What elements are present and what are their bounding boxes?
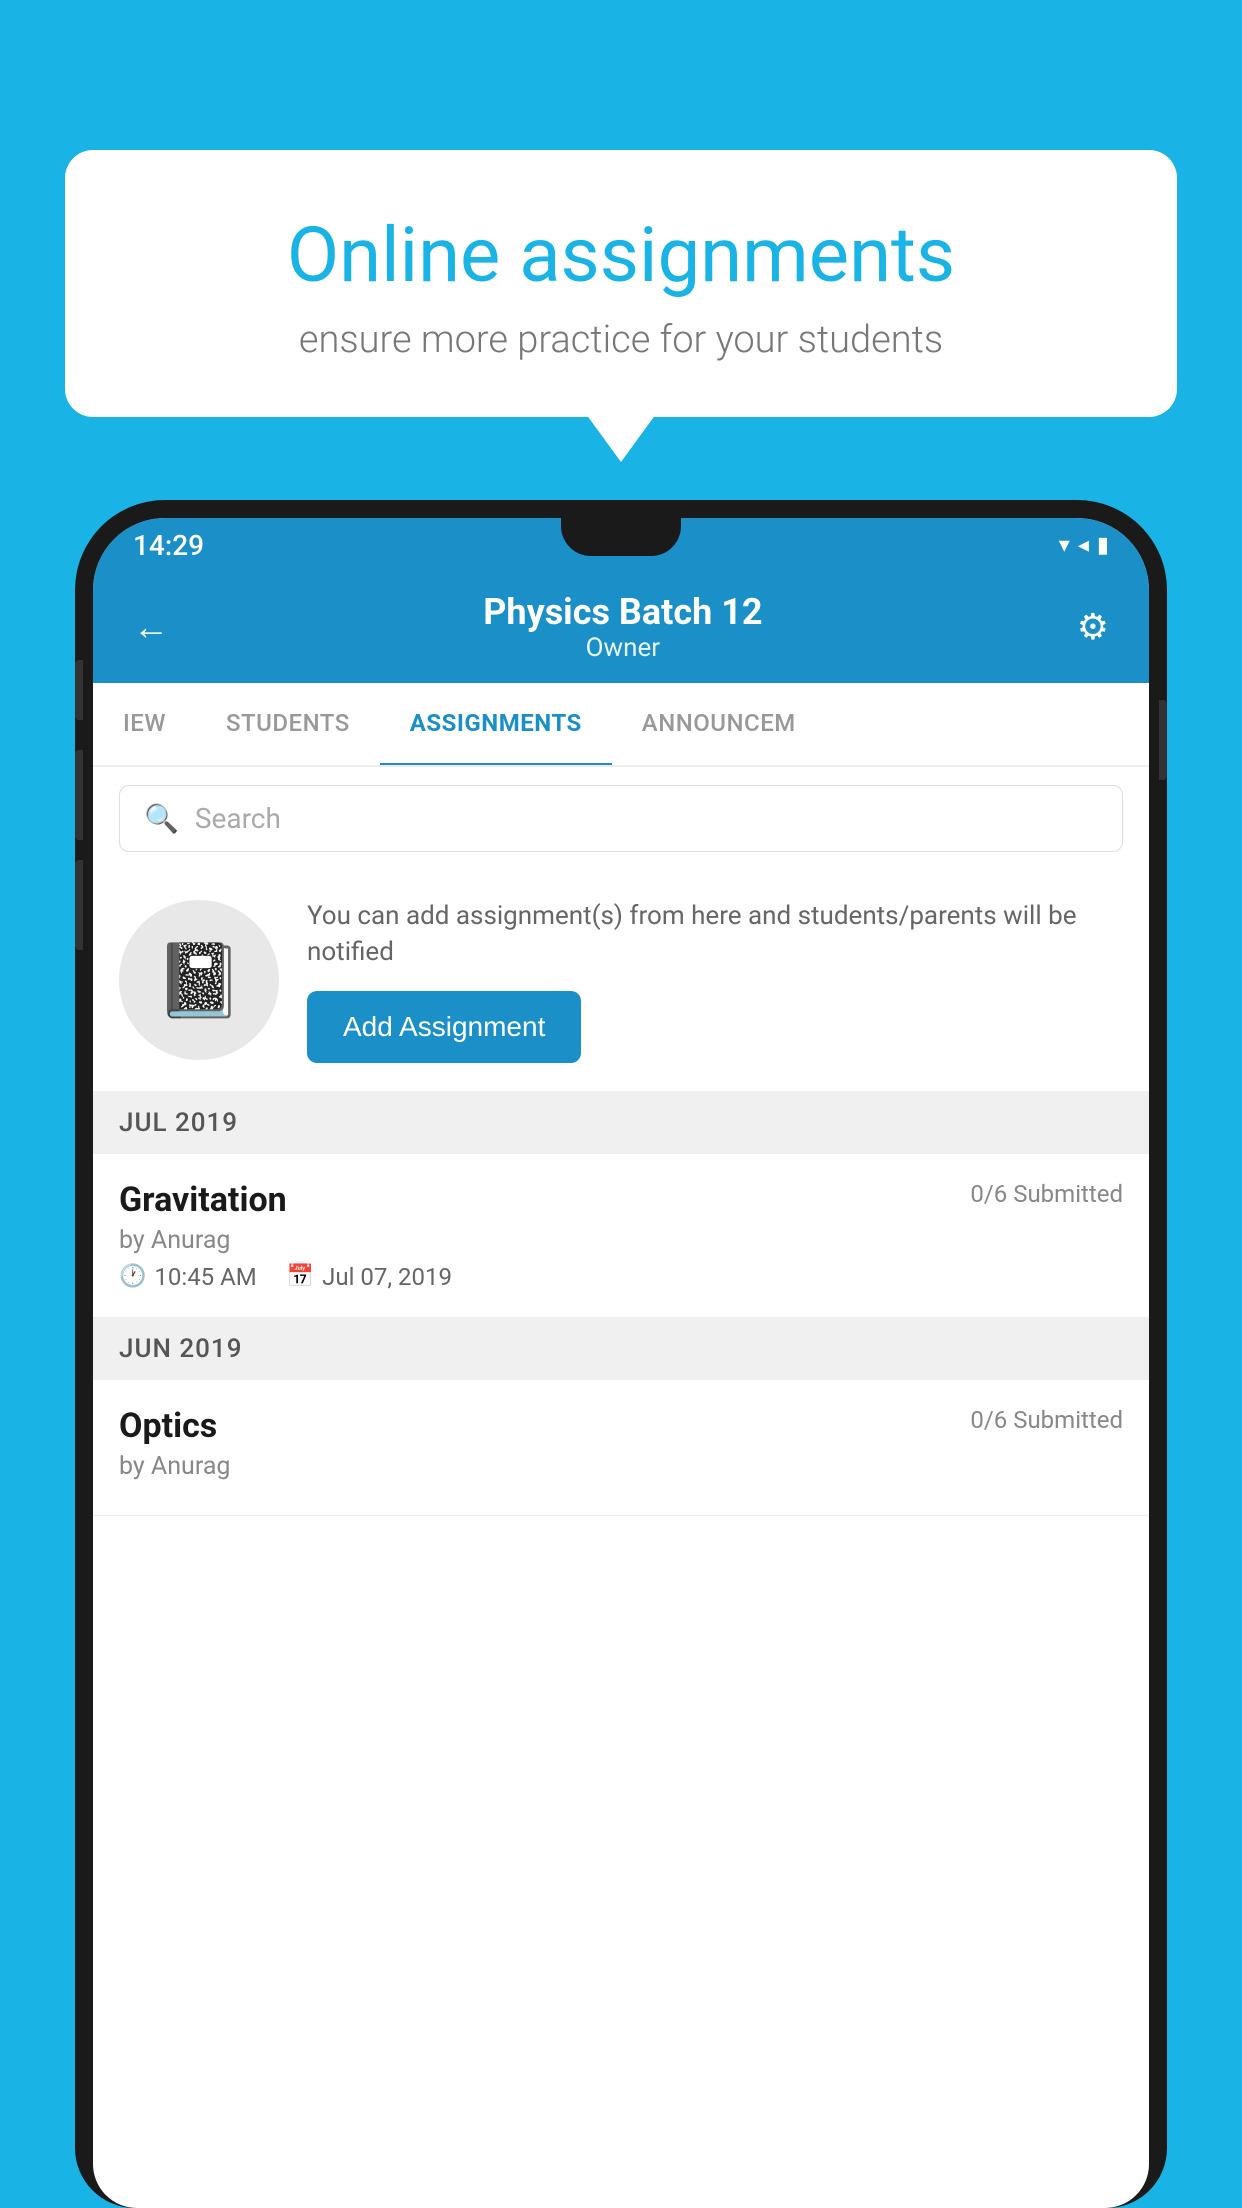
assignment-item-row1: Gravitation 0/6 Submitted xyxy=(119,1180,1123,1220)
search-bar[interactable]: 🔍 Search xyxy=(119,785,1123,852)
date-text-gravitation: Jul 07, 2019 xyxy=(322,1263,452,1291)
assignment-item-gravitation[interactable]: Gravitation 0/6 Submitted by Anurag 🕐 10… xyxy=(93,1154,1149,1318)
back-button[interactable]: ← xyxy=(133,606,169,648)
header-center: Physics Batch 12 Owner xyxy=(483,591,762,663)
status-icons: ▾ ◂ ▮ xyxy=(1059,533,1109,558)
phone-device: 14:29 ▾ ◂ ▮ ← Physics Batch 12 Owner ⚙ I… xyxy=(75,500,1167,2208)
battery-icon: ▮ xyxy=(1097,533,1109,558)
assignment-date-gravitation: 📅 Jul 07, 2019 xyxy=(287,1263,452,1291)
assignment-name-gravitation: Gravitation xyxy=(119,1180,287,1220)
month-header-jun: JUN 2019 xyxy=(93,1318,1149,1380)
settings-icon[interactable]: ⚙ xyxy=(1077,606,1109,648)
time-text-gravitation: 10:45 AM xyxy=(154,1263,256,1291)
tab-overview[interactable]: IEW xyxy=(93,683,196,765)
phone-side-button-right xyxy=(1159,700,1167,780)
calendar-icon: 📅 xyxy=(287,1264,314,1289)
signal-icon: ◂ xyxy=(1078,533,1089,558)
assignment-time-gravitation: 🕐 10:45 AM xyxy=(119,1263,257,1291)
assignment-right: You can add assignment(s) from here and … xyxy=(307,898,1123,1063)
clock-icon: 🕐 xyxy=(119,1264,146,1289)
assignment-submitted-optics: 0/6 Submitted xyxy=(970,1406,1123,1434)
batch-role: Owner xyxy=(483,633,762,663)
tab-students[interactable]: STUDENTS xyxy=(196,683,380,765)
app-header: ← Physics Batch 12 Owner ⚙ xyxy=(93,573,1149,683)
assignment-by-optics: by Anurag xyxy=(119,1452,1123,1481)
speech-title: Online assignments xyxy=(135,210,1107,300)
assignment-icon-circle: 📓 xyxy=(119,900,279,1060)
assignment-item-optics[interactable]: Optics 0/6 Submitted by Anurag xyxy=(93,1380,1149,1516)
batch-title: Physics Batch 12 xyxy=(483,591,762,633)
phone-side-button-left-1 xyxy=(75,660,83,720)
assignment-description: You can add assignment(s) from here and … xyxy=(307,898,1123,971)
search-placeholder: Search xyxy=(195,802,281,835)
phone-screen: 14:29 ▾ ◂ ▮ ← Physics Batch 12 Owner ⚙ I… xyxy=(93,518,1149,2208)
assignment-name-optics: Optics xyxy=(119,1406,217,1446)
speech-bubble-container: Online assignments ensure more practice … xyxy=(65,150,1177,417)
notebook-icon: 📓 xyxy=(154,938,244,1023)
phone-side-button-left-3 xyxy=(75,860,83,950)
month-header-jul: JUL 2019 xyxy=(93,1092,1149,1154)
assignment-submitted-gravitation: 0/6 Submitted xyxy=(970,1180,1123,1208)
add-assignment-section: 📓 You can add assignment(s) from here an… xyxy=(93,870,1149,1092)
assignment-meta-gravitation: 🕐 10:45 AM 📅 Jul 07, 2019 xyxy=(119,1263,1123,1291)
assignment-item-optics-row1: Optics 0/6 Submitted xyxy=(119,1406,1123,1446)
search-icon: 🔍 xyxy=(144,802,179,835)
tabs-bar: IEW STUDENTS ASSIGNMENTS ANNOUNCEM xyxy=(93,683,1149,767)
speech-bubble: Online assignments ensure more practice … xyxy=(65,150,1177,417)
tab-assignments[interactable]: ASSIGNMENTS xyxy=(380,683,612,767)
search-container: 🔍 Search xyxy=(93,767,1149,870)
assignment-by-gravitation: by Anurag xyxy=(119,1226,1123,1255)
phone-side-button-left-2 xyxy=(75,750,83,840)
tab-announcements[interactable]: ANNOUNCEM xyxy=(612,683,826,765)
status-time: 14:29 xyxy=(133,529,204,562)
speech-subtitle: ensure more practice for your students xyxy=(135,318,1107,362)
phone-notch xyxy=(561,518,681,556)
add-assignment-button[interactable]: Add Assignment xyxy=(307,991,581,1063)
wifi-icon: ▾ xyxy=(1059,533,1070,558)
